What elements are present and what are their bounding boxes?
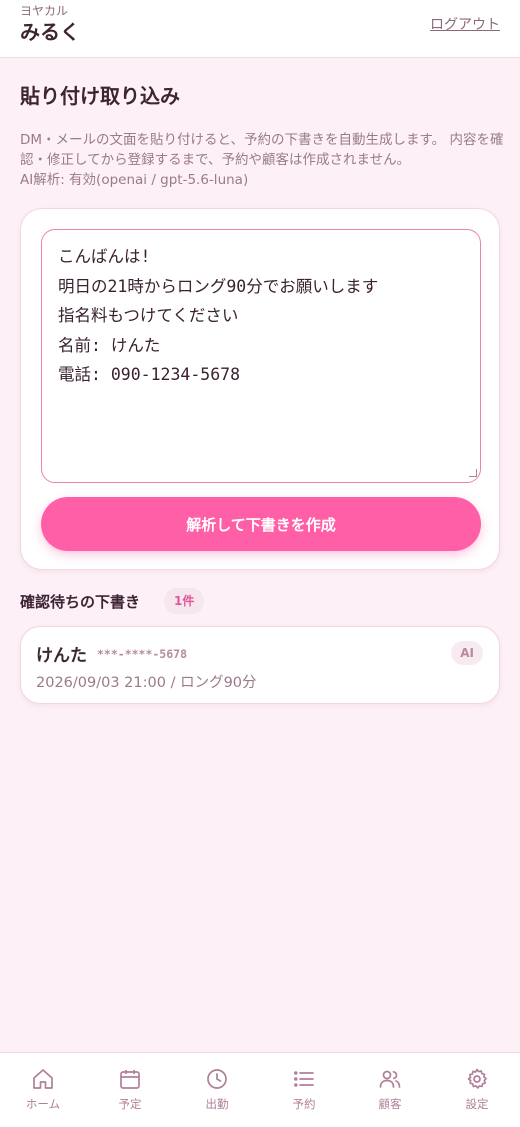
logout-link[interactable]: ログアウト [430, 14, 500, 34]
page-description: DM・メールの文面を貼り付けると、予約の下書きを自動生成します。 内容を確認・修… [20, 130, 505, 190]
parse-button[interactable]: 解析して下書きを作成 [41, 497, 481, 551]
ai-badge: AI [451, 641, 483, 665]
bottom-nav: ホーム 予定 出勤 予約 顧客 設定 [0, 1052, 520, 1127]
drafts-count-badge: 1件 [164, 588, 205, 614]
draft-customer-name: けんた [36, 646, 87, 666]
nav-schedule-label: 予定 [118, 1097, 142, 1111]
nav-settings[interactable]: 設定 [434, 1067, 520, 1112]
nav-customers[interactable]: 顧客 [347, 1067, 433, 1112]
page-title: 貼り付け取り込み [20, 84, 180, 108]
nav-home[interactable]: ホーム [0, 1067, 86, 1112]
paste-textarea[interactable]: こんばんは! 明日の21時からロング90分でお願いします 指名料もつけてください… [41, 229, 481, 483]
nav-customers-label: 顧客 [378, 1097, 402, 1111]
clock-icon [207, 1069, 227, 1089]
nav-attendance-label: 出勤 [205, 1097, 229, 1111]
nav-home-label: ホーム [25, 1097, 61, 1111]
nav-reservations-label: 予約 [292, 1097, 316, 1111]
users-icon [379, 1070, 401, 1088]
description-text: DM・メールの文面を貼り付けると、予約の下書きを自動生成します。 内容を確認・修… [20, 132, 504, 168]
resize-handle-icon[interactable] [469, 469, 477, 477]
app-header: ヨヤカル みるく ログアウト [0, 0, 520, 58]
home-icon [33, 1069, 53, 1089]
paste-card: こんばんは! 明日の21時からロング90分でお願いします 指名料もつけてください… [20, 208, 500, 570]
ai-status: AI解析: 有効(openai / gpt-5.6-luna) [20, 172, 249, 188]
nav-settings-label: 設定 [465, 1097, 489, 1111]
list-icon [294, 1071, 314, 1087]
nav-reservations[interactable]: 予約 [261, 1067, 347, 1112]
nav-attendance[interactable]: 出勤 [174, 1067, 260, 1112]
draft-phone: ***-****-5678 [97, 647, 188, 661]
draft-meta: 2026/09/03 21:00 / ロング90分 [36, 675, 257, 691]
nav-schedule[interactable]: 予定 [87, 1067, 173, 1112]
gear-icon [467, 1068, 487, 1089]
draft-item[interactable]: けんた ***-****-5678 AI 2026/09/03 21:00 / … [20, 626, 500, 704]
calendar-icon [120, 1070, 140, 1089]
drafts-section-title: 確認待ちの下書き [20, 593, 141, 611]
user-name: みるく [20, 20, 80, 44]
